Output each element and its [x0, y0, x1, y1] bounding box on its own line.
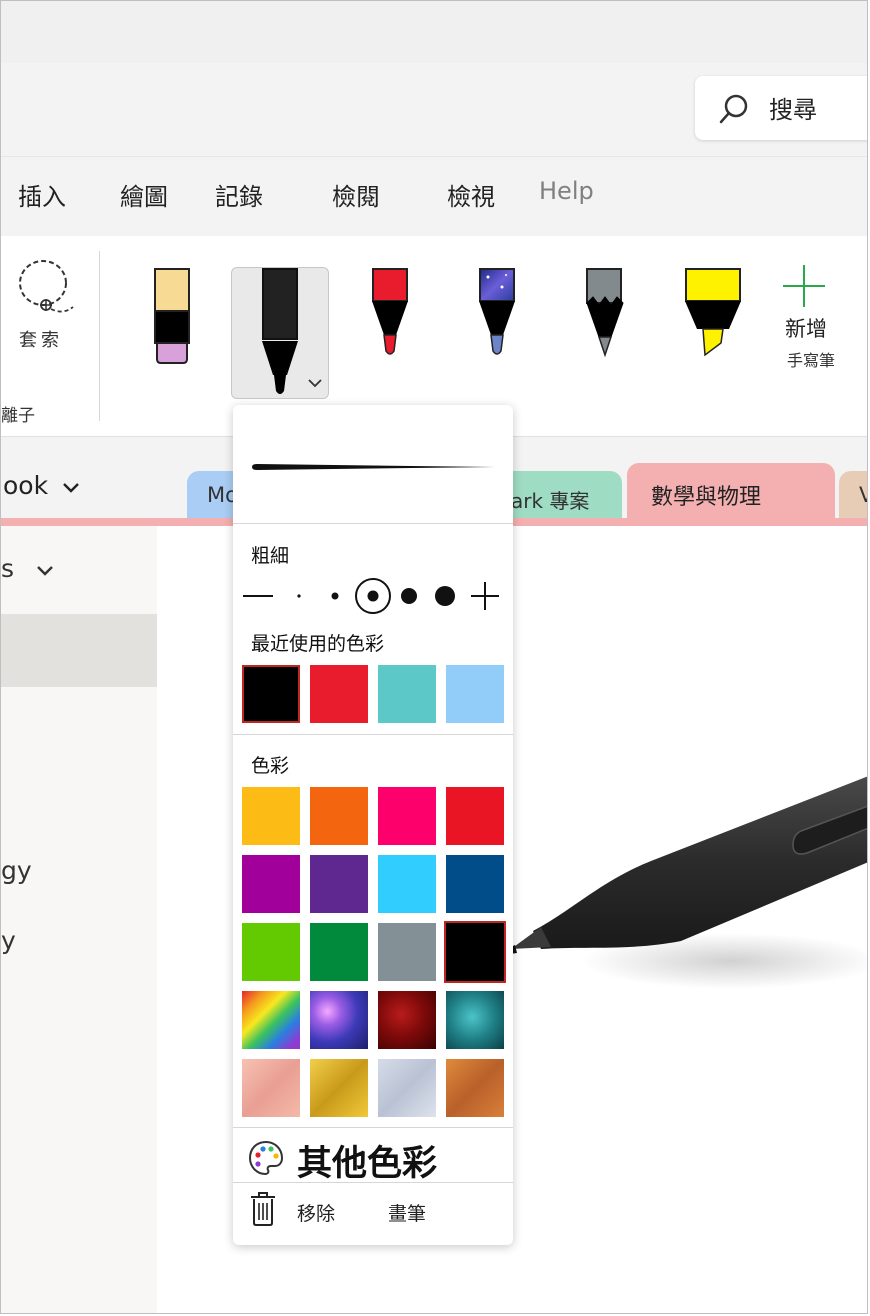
colors-label: 色彩 [251, 755, 290, 777]
color-swatch[interactable] [310, 855, 368, 913]
texture-swatch-gold[interactable] [310, 1059, 368, 1117]
tab-label: ark 專案 [511, 489, 590, 513]
notebook-name: ook [3, 471, 49, 500]
menu-insert[interactable]: 插入 [18, 177, 66, 212]
tab-label: V [859, 483, 867, 507]
recent-color-swatch[interactable] [378, 665, 436, 723]
menu-draw[interactable]: 繪圖 [120, 177, 168, 212]
color-swatch[interactable] [446, 787, 504, 845]
title-bar [1, 1, 867, 63]
tab-label: 數學與物理 [651, 485, 762, 510]
sidebar-section-header[interactable]: s [1, 554, 54, 583]
app-window: 搜尋 插入 繪圖 記錄 檢閱 檢視 Help 套索 離子 新增 手寫筆 ook … [0, 0, 868, 1314]
menu-review[interactable]: 檢閱 [332, 177, 380, 212]
color-swatch[interactable] [446, 855, 504, 913]
chevron-down-icon [63, 483, 79, 493]
thickness-option-2[interactable] [325, 581, 345, 611]
sidebar-selected-page[interactable] [1, 614, 157, 687]
red-pen-icon[interactable] [369, 267, 413, 359]
texture-swatch-rainbow[interactable] [242, 991, 300, 1049]
texture-swatch-rose-gold[interactable] [242, 1059, 300, 1117]
sidebar-page-item[interactable]: y [1, 926, 16, 955]
eraser-pen-icon[interactable] [151, 267, 195, 367]
recent-color-swatch[interactable] [310, 665, 368, 723]
texture-swatch-ruby[interactable] [378, 991, 436, 1049]
more-colors-button[interactable]: 其他色彩 [297, 1135, 437, 1186]
thicker-icon[interactable] [469, 580, 501, 612]
digital-pen-illustration [489, 776, 867, 989]
plus-icon[interactable] [781, 263, 827, 309]
menu-record[interactable]: 記錄 [215, 177, 263, 212]
add-pen-label[interactable]: 新增 [785, 313, 827, 343]
sidebar-section-label: s [1, 554, 15, 583]
divider [233, 523, 513, 524]
add-pen-sublabel: 手寫筆 [787, 351, 836, 370]
search-icon [719, 94, 748, 124]
thickness-option-3-selected[interactable] [353, 576, 393, 616]
sidebar-page-item[interactable]: gy [1, 856, 32, 885]
thinner-icon[interactable] [241, 581, 275, 611]
color-swatch[interactable] [378, 855, 436, 913]
color-swatch[interactable] [310, 787, 368, 845]
tab-section-active[interactable]: 數學與物理 [627, 463, 835, 519]
remove-pen-label[interactable]: 移除 [297, 1199, 335, 1226]
texture-swatch-silver[interactable] [378, 1059, 436, 1117]
lasso-label: 套索 [19, 330, 63, 351]
color-swatch[interactable] [242, 923, 300, 981]
ribbon-divider [99, 251, 100, 421]
texture-swatch-bronze[interactable] [446, 1059, 504, 1117]
black-pen-icon[interactable] [259, 267, 303, 397]
ribbon-group-label: 離子 [1, 406, 35, 426]
pen-color-popup: 粗細 最近使用的色彩 色彩 其他色彩 移除 畫筆 [233, 405, 513, 1245]
thickness-option-4[interactable] [397, 581, 421, 611]
thickness-label: 粗細 [251, 545, 290, 567]
lasso-icon[interactable] [13, 257, 79, 319]
texture-swatch-galaxy[interactable] [310, 991, 368, 1049]
thickness-option-5[interactable] [431, 581, 459, 611]
recent-color-swatch[interactable] [242, 665, 300, 723]
tab-section-4[interactable]: V [839, 471, 867, 519]
color-swatch[interactable] [242, 855, 300, 913]
chevron-down-icon [37, 566, 53, 576]
menu-view[interactable]: 檢視 [447, 177, 495, 212]
recent-colors-label: 最近使用的色彩 [251, 633, 385, 655]
thickness-option-1[interactable] [289, 581, 309, 611]
divider [233, 1182, 513, 1183]
menu-bar: 插入 繪圖 記錄 檢閱 檢視 Help [1, 156, 867, 237]
menu-help[interactable]: Help [539, 177, 594, 205]
galaxy-pen-icon[interactable] [476, 267, 520, 359]
trash-icon[interactable] [249, 1191, 277, 1227]
color-swatch-selected[interactable] [444, 921, 506, 983]
stroke-preview [252, 464, 495, 470]
color-swatch[interactable] [378, 787, 436, 845]
notebook-selector[interactable]: ook [3, 471, 80, 500]
divider [233, 1127, 513, 1128]
palette-icon [248, 1140, 284, 1176]
color-swatch[interactable] [242, 787, 300, 845]
divider [233, 734, 513, 735]
search-label: 搜尋 [769, 96, 817, 124]
highlighter-icon[interactable] [681, 267, 745, 359]
pen-label[interactable]: 畫筆 [388, 1199, 426, 1226]
search-box[interactable]: 搜尋 [695, 76, 867, 140]
color-swatch[interactable] [378, 923, 436, 981]
recent-color-swatch[interactable] [446, 665, 504, 723]
color-swatch[interactable] [310, 923, 368, 981]
pencil-icon[interactable] [583, 267, 627, 359]
chevron-down-icon[interactable] [307, 377, 323, 389]
texture-swatch-ocean[interactable] [446, 991, 504, 1049]
